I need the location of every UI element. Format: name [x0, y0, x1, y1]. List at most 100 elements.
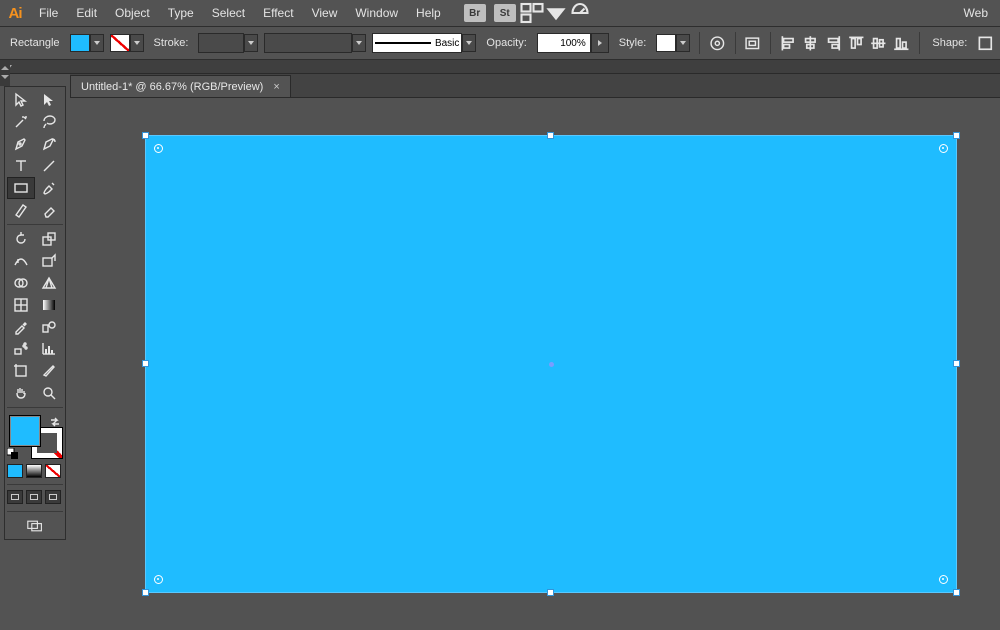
screen-mode-button[interactable] — [7, 515, 63, 537]
hand-tool[interactable] — [7, 382, 35, 404]
menu-object[interactable]: Object — [106, 0, 159, 26]
shape-panel-label: Shape: — [928, 37, 971, 49]
stroke-weight-field[interactable] — [198, 33, 258, 53]
swap-fill-stroke-icon[interactable] — [49, 415, 61, 427]
fill-indicator[interactable] — [9, 415, 41, 447]
tools-panel — [4, 86, 66, 540]
close-tab-icon[interactable]: × — [273, 81, 279, 93]
handle-middle-right[interactable] — [953, 360, 960, 367]
perspective-grid-tool[interactable] — [35, 272, 63, 294]
corner-widget-br[interactable] — [939, 575, 948, 584]
arrange-documents-icon[interactable] — [520, 0, 544, 27]
handle-bottom-middle[interactable] — [547, 589, 554, 596]
blend-tool[interactable] — [35, 316, 63, 338]
shape-builder-tool[interactable] — [7, 272, 35, 294]
draw-normal-button[interactable] — [7, 490, 23, 504]
type-tool[interactable] — [7, 155, 35, 177]
fill-swatch[interactable] — [70, 34, 104, 52]
align-vcenter-icon[interactable] — [870, 32, 887, 54]
menu-select[interactable]: Select — [203, 0, 254, 26]
selected-rectangle[interactable] — [145, 135, 957, 593]
magic-wand-tool[interactable] — [7, 111, 35, 133]
selection-tool[interactable] — [7, 89, 35, 111]
align-bottom-icon[interactable] — [893, 32, 910, 54]
workspace-switcher[interactable]: Web — [955, 0, 1000, 26]
menu-window[interactable]: Window — [346, 0, 407, 26]
brush-definition[interactable]: Basic — [372, 33, 476, 53]
menu-effect[interactable]: Effect — [254, 0, 302, 26]
control-bar: Rectangle Stroke: Basic Opacity: 100% St… — [0, 27, 1000, 60]
variable-width-profile[interactable] — [264, 33, 366, 53]
artboard-tool[interactable] — [7, 360, 35, 382]
menu-bar: Ai File Edit Object Type Select Effect V… — [0, 0, 1000, 27]
paintbrush-tool[interactable] — [35, 177, 63, 199]
opacity-field[interactable]: 100% — [537, 33, 609, 53]
handle-top-right[interactable] — [953, 132, 960, 139]
eyedropper-tool[interactable] — [7, 316, 35, 338]
corner-widget-bl[interactable] — [154, 575, 163, 584]
bridge-button[interactable]: Br — [464, 4, 486, 22]
stroke-swatch[interactable] — [110, 34, 144, 52]
pen-tool[interactable] — [7, 133, 35, 155]
document-tab[interactable]: Untitled-1* @ 66.67% (RGB/Preview) × — [70, 75, 291, 97]
eraser-tool[interactable] — [35, 199, 63, 221]
active-shape-label: Rectangle — [6, 37, 64, 49]
menu-type[interactable]: Type — [159, 0, 203, 26]
gpu-preview-icon[interactable] — [568, 0, 592, 27]
fill-stroke-indicator[interactable] — [7, 415, 63, 459]
align-right-icon[interactable] — [825, 32, 842, 54]
panel-dock-strip — [0, 60, 1000, 74]
rectangle-tool[interactable] — [7, 177, 35, 199]
align-hcenter-icon[interactable] — [802, 32, 819, 54]
rotate-tool[interactable] — [7, 228, 35, 250]
color-mode-button[interactable] — [7, 464, 23, 478]
handle-top-left[interactable] — [142, 132, 149, 139]
handle-middle-left[interactable] — [142, 360, 149, 367]
tools-dock-handle[interactable] — [0, 60, 10, 86]
brush-name: Basic — [435, 38, 459, 49]
curvature-tool[interactable] — [35, 133, 63, 155]
gradient-mode-button[interactable] — [26, 464, 42, 478]
zoom-tool[interactable] — [35, 382, 63, 404]
direct-selection-tool[interactable] — [35, 89, 63, 111]
handle-top-middle[interactable] — [547, 132, 554, 139]
arrange-dropdown-icon[interactable] — [544, 0, 568, 27]
handle-bottom-right[interactable] — [953, 589, 960, 596]
gradient-tool[interactable] — [35, 294, 63, 316]
align-left-icon[interactable] — [780, 32, 797, 54]
style-label: Style: — [615, 37, 651, 49]
default-fill-stroke-icon[interactable] — [7, 447, 19, 459]
menu-file[interactable]: File — [30, 0, 67, 26]
column-graph-tool[interactable] — [35, 338, 63, 360]
app-logo: Ai — [0, 0, 30, 27]
shaper-tool[interactable] — [7, 199, 35, 221]
menu-view[interactable]: View — [303, 0, 347, 26]
opacity-label: Opacity: — [482, 37, 530, 49]
scale-tool[interactable] — [35, 228, 63, 250]
stroke-label: Stroke: — [150, 37, 193, 49]
draw-behind-button[interactable] — [26, 490, 42, 504]
align-to-icon[interactable] — [744, 32, 761, 54]
none-mode-button[interactable] — [45, 464, 61, 478]
lasso-tool[interactable] — [35, 111, 63, 133]
document-tab-row: Untitled-1* @ 66.67% (RGB/Preview) × — [70, 74, 1000, 98]
menu-edit[interactable]: Edit — [67, 0, 106, 26]
recolor-artwork-icon[interactable] — [709, 32, 726, 54]
free-transform-tool[interactable] — [35, 250, 63, 272]
mesh-tool[interactable] — [7, 294, 35, 316]
width-tool[interactable] — [7, 250, 35, 272]
corner-widget-tl[interactable] — [154, 144, 163, 153]
align-top-icon[interactable] — [848, 32, 865, 54]
document-tab-title: Untitled-1* @ 66.67% (RGB/Preview) — [81, 81, 263, 93]
draw-inside-button[interactable] — [45, 490, 61, 504]
menu-help[interactable]: Help — [407, 0, 450, 26]
graphic-style-swatch[interactable] — [656, 34, 690, 52]
symbol-sprayer-tool[interactable] — [7, 338, 35, 360]
handle-bottom-left[interactable] — [142, 589, 149, 596]
stock-button[interactable]: St — [494, 4, 516, 22]
canvas[interactable] — [70, 98, 1000, 630]
corner-widget-tr[interactable] — [939, 144, 948, 153]
line-segment-tool[interactable] — [35, 155, 63, 177]
transform-panel-icon[interactable] — [977, 32, 994, 54]
slice-tool[interactable] — [35, 360, 63, 382]
